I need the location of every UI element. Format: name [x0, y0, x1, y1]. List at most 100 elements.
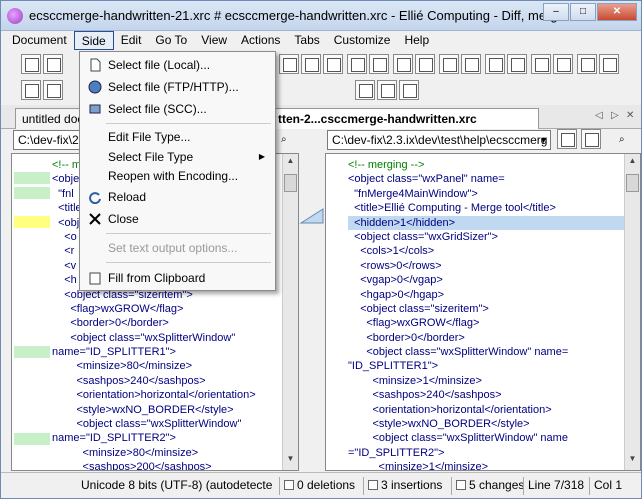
diff-nav-icon[interactable]: [279, 54, 299, 74]
redo-icon[interactable]: [507, 54, 527, 74]
code-line: <style>wxNO_BORDER</style>: [348, 418, 530, 431]
menu-label: Select File Type: [108, 150, 194, 164]
insertions-text: 3 insertions: [381, 478, 443, 492]
right-path-text: C:\dev-fix\2.3.ix\dev\test\help\ecsccmer…: [332, 133, 548, 147]
code-line: <border>0</border>: [52, 317, 169, 330]
right-text-pane[interactable]: <!-- merging --> <object class="wxPanel" …: [325, 153, 641, 471]
deletions-swatch-icon: [284, 480, 294, 490]
menu-select-file-scc[interactable]: Select file (SCC)...: [82, 99, 273, 120]
app-window: ecsccmerge-handwritten-21.xrc # ecsccmer…: [0, 0, 642, 499]
menu-fill-clipboard[interactable]: Fill from Clipboard: [82, 268, 273, 289]
globe-icon: [88, 80, 102, 94]
code-line: <style>wxNO_BORDER</style>: [52, 403, 234, 416]
window-title: ecsccmerge-handwritten-21.xrc # ecsccmer…: [29, 8, 569, 23]
copy-right-icon[interactable]: [369, 54, 389, 74]
scroll-down-icon[interactable]: ▼: [626, 454, 639, 468]
folder-open-icon[interactable]: [581, 129, 601, 149]
menu-reopen-encoding[interactable]: Reopen with Encoding...: [82, 166, 273, 187]
prev-diff-icon[interactable]: [393, 54, 413, 74]
merge-right-icon[interactable]: [323, 54, 343, 74]
settings-icon[interactable]: [377, 80, 397, 100]
menu-goto[interactable]: Go To: [148, 31, 194, 50]
right-path-combo[interactable]: C:\dev-fix\2.3.ix\dev\test\help\ecsccmer…: [327, 130, 551, 150]
code-line: <object class="wxSplitterWindow": [52, 418, 242, 431]
status-deletions: 0 deletions: [279, 477, 359, 495]
scroll-up-icon[interactable]: ▲: [284, 156, 297, 170]
code-line: <object class="wxGridSizer">: [348, 230, 498, 243]
layout-horizontal-icon[interactable]: [21, 80, 41, 100]
code-line: <orientation>horizontal</orientation>: [348, 403, 552, 416]
minimize-button[interactable]: –: [543, 3, 569, 21]
side-menu-dropdown: Select file (Local)... Select file (FTP/…: [79, 51, 276, 291]
reject-icon[interactable]: [553, 54, 573, 74]
code-line: <rows>0</rows>: [348, 259, 442, 272]
last-diff-icon[interactable]: [461, 54, 481, 74]
menu-edit-file-type[interactable]: Edit File Type...: [82, 127, 273, 148]
scroll-down-icon[interactable]: ▼: [284, 454, 297, 468]
menu-separator: [106, 123, 271, 124]
accept-icon[interactable]: [531, 54, 551, 74]
gutter-mark: [14, 433, 50, 445]
code-line: "ID_SPLITTER1">: [348, 360, 439, 373]
code-line: name="ID_SPLITTER1">: [52, 346, 176, 359]
menu-set-text-output: Set text output options...: [82, 238, 273, 259]
tab-untitled[interactable]: untitled doc: [15, 108, 85, 129]
check-icon[interactable]: [557, 129, 577, 149]
tab-close-icon[interactable]: ✕: [626, 110, 634, 121]
gutter-mark: [14, 346, 50, 358]
menu-label: Set text output options...: [108, 241, 238, 255]
code-line: <title>Ellié Computing - Merge tool</tit…: [348, 202, 556, 215]
diff-link-column: [299, 153, 325, 471]
menu-select-file-type[interactable]: Select File Type ▶: [82, 147, 273, 168]
menu-document[interactable]: Document: [5, 31, 74, 50]
toggle-b-icon[interactable]: [599, 54, 619, 74]
copy-left-icon[interactable]: [347, 54, 367, 74]
code-line: <object class="sizeritem">: [348, 302, 489, 315]
app-icon: [7, 8, 23, 24]
menu-label: Reload: [108, 190, 147, 204]
code-line: <minsize>1</minsize>: [348, 461, 489, 471]
close-window-button[interactable]: ✕: [597, 3, 637, 21]
open-icon[interactable]: [21, 54, 41, 74]
code-line: <flag>wxGROW</flag>: [348, 317, 480, 330]
tab-handwritten[interactable]: tten-2...csccmerge-handwritten.xrc: [271, 108, 539, 129]
menu-help[interactable]: Help: [397, 31, 436, 50]
right-glasses-icon[interactable]: ⌕: [619, 134, 625, 145]
code-line: <flag>wxGROW</flag>: [52, 302, 184, 315]
code-line: <sashpos>200</sashpos>: [52, 461, 212, 471]
menu-actions[interactable]: Actions: [234, 31, 287, 50]
camera-icon[interactable]: [355, 80, 375, 100]
left-scroll-thumb[interactable]: [284, 174, 297, 192]
right-scroll-thumb[interactable]: [626, 174, 639, 192]
merge-left-icon[interactable]: [301, 54, 321, 74]
toggle-a-icon[interactable]: [577, 54, 597, 74]
undo-icon[interactable]: [485, 54, 505, 74]
menu-view[interactable]: View: [194, 31, 234, 50]
menu-select-file-local[interactable]: Select file (Local)...: [82, 55, 273, 76]
menu-reload[interactable]: Reload: [82, 187, 273, 208]
first-diff-icon[interactable]: [439, 54, 459, 74]
maximize-button[interactable]: □: [570, 3, 596, 21]
menu-edit[interactable]: Edit: [114, 31, 149, 50]
scroll-up-icon[interactable]: ▲: [626, 156, 639, 170]
code-line: <hidden>1</hidden>: [348, 215, 624, 230]
menu-select-file-ftp[interactable]: Select file (FTP/HTTP)...: [82, 77, 273, 98]
wand-icon[interactable]: [43, 54, 63, 74]
next-diff-icon[interactable]: [415, 54, 435, 74]
menu-side[interactable]: Side: [73, 31, 114, 50]
file-icon: [90, 58, 101, 72]
menu-close[interactable]: Close: [82, 209, 273, 230]
left-scrollbar[interactable]: ▲ ▼: [282, 154, 298, 470]
menu-customize[interactable]: Customize: [327, 31, 398, 50]
right-scrollbar[interactable]: ▲ ▼: [624, 154, 640, 470]
dollar-icon[interactable]: [399, 80, 419, 100]
left-glasses-icon[interactable]: ⌕: [281, 134, 287, 145]
code-line: <object class="wxSplitterWindow" name: [348, 432, 568, 445]
clipboard-icon: [89, 272, 101, 285]
status-bar: Unicode 8 bits (UTF-8) (autodetecte 0 de…: [1, 472, 641, 498]
layout-vertical-icon[interactable]: [43, 80, 63, 100]
menu-label: Edit File Type...: [108, 130, 191, 144]
tab-next-icon[interactable]: ▷: [611, 110, 619, 121]
menu-tabs[interactable]: Tabs: [287, 31, 326, 50]
tab-prev-icon[interactable]: ◁: [595, 110, 603, 121]
